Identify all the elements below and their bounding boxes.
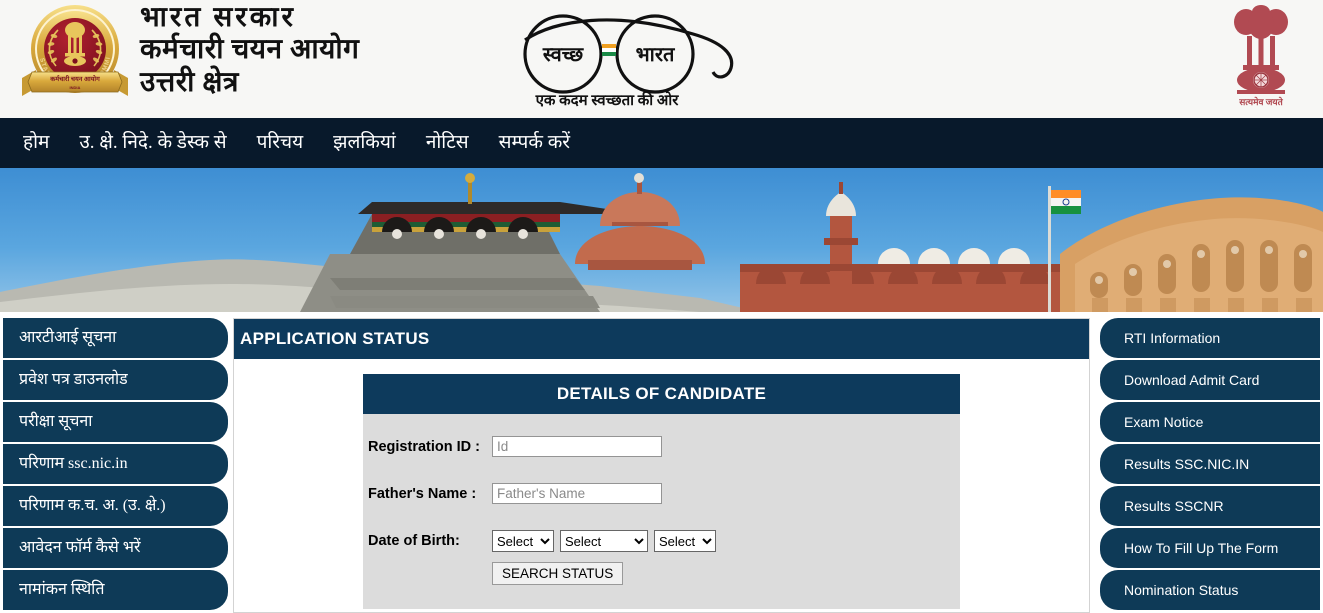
ssc-logo-icon[interactable]: STAFF SELECTION COMMISSION कर्मचारी चयन … bbox=[9, 0, 138, 106]
svg-text:कर्मचारी चयन आयोग: कर्मचारी चयन आयोग bbox=[49, 75, 100, 83]
sidebar-right-item-results-ssc-nic-in[interactable]: Results SSC.NIC.IN bbox=[1100, 444, 1323, 484]
application-status-panel: APPLICATION STATUS DETAILS OF CANDIDATE … bbox=[233, 318, 1090, 613]
nav-item-contact[interactable]: सम्पर्क करें bbox=[484, 118, 585, 168]
swachh-lens-left-text: स्वच्छ bbox=[542, 44, 585, 66]
nav-item-notice[interactable]: नोटिस bbox=[411, 118, 484, 168]
emblem-motto-text: सत्यमेव जयते bbox=[1238, 96, 1283, 107]
nav-item-glimpses[interactable]: झलकियां bbox=[318, 118, 411, 168]
nav-item-home[interactable]: होम bbox=[8, 118, 64, 168]
monuments-banner bbox=[0, 168, 1323, 316]
fathers-name-label: Father's Name : bbox=[368, 485, 477, 502]
sidebar-left-item-rti[interactable]: आरटीआई सूचना bbox=[0, 318, 228, 358]
nav-item-from-the-desk[interactable]: उ. क्षे. निदे. के डेस्क से bbox=[64, 118, 241, 168]
sidebar-right-item-how-to-fill-up-the-form[interactable]: How To Fill Up The Form bbox=[1100, 528, 1323, 568]
site-header: STAFF SELECTION COMMISSION कर्मचारी चयन … bbox=[0, 0, 1323, 118]
date-of-birth-label: Date of Birth: bbox=[368, 533, 460, 549]
candidate-details-title: DETAILS OF CANDIDATE bbox=[363, 374, 960, 414]
swachh-lens-right-text: भारत bbox=[636, 44, 676, 66]
sidebar-right-item-nomination-status[interactable]: Nomination Status bbox=[1100, 570, 1323, 610]
sidebar-right-item-rti-information[interactable]: RTI Information bbox=[1100, 318, 1323, 358]
search-status-button[interactable]: SEARCH STATUS bbox=[492, 562, 624, 585]
page-title: APPLICATION STATUS bbox=[234, 319, 1089, 359]
sidebar-right-item-download-admit-card[interactable]: Download Admit Card bbox=[1100, 360, 1323, 400]
dob-day-select[interactable]: Select bbox=[492, 530, 554, 552]
dob-month-select[interactable]: Select bbox=[560, 530, 648, 552]
sidebar-left-item-results-ssc-nic[interactable]: परिणाम ssc.nic.in bbox=[0, 444, 228, 484]
gov-title-line2: कर्मचारी चयन आयोग bbox=[140, 34, 360, 66]
swachh-bharat-logo-icon[interactable]: स्वच्छ भारत एक कदम स्वच्छता की ओर bbox=[495, 4, 775, 110]
nav-item-about[interactable]: परिचय bbox=[242, 118, 319, 168]
registration-id-label: Registration ID : bbox=[368, 438, 480, 455]
swachh-tagline-text: एक कदम स्वच्छता की ओर bbox=[535, 91, 680, 109]
sidebar-left-item-results-sscnr[interactable]: परिणाम क.च. अ. (उ. क्षे.) bbox=[0, 486, 228, 526]
candidate-details-box: DETAILS OF CANDIDATE Registration ID : F… bbox=[363, 374, 960, 609]
submit-row: SEARCH STATUS bbox=[363, 562, 960, 585]
fathers-name-row: Father's Name : bbox=[363, 483, 960, 504]
dob-year-select[interactable]: Select bbox=[654, 530, 716, 552]
svg-text:INDIA: INDIA bbox=[70, 85, 81, 90]
national-emblem-icon: सत्यमेव जयते bbox=[1229, 2, 1293, 108]
sidebar-left-item-how-to-fill-form[interactable]: आवेदन फॉर्म कैसे भरें bbox=[0, 528, 228, 568]
main-navigation: होम उ. क्षे. निदे. के डेस्क से परिचय झलक… bbox=[0, 118, 1323, 168]
registration-id-input[interactable] bbox=[492, 436, 662, 457]
page-content: आरटीआई सूचना प्रवेश पत्र डाउनलोड परीक्षा… bbox=[0, 316, 1323, 613]
left-sidebar: आरटीआई सूचना प्रवेश पत्र डाउनलोड परीक्षा… bbox=[0, 318, 228, 612]
date-of-birth-row: Date of Birth: Select Select Select bbox=[363, 530, 960, 552]
form-wrapper: DETAILS OF CANDIDATE Registration ID : F… bbox=[234, 359, 1089, 609]
gov-title-line3: उत्तरी क्षेत्र bbox=[140, 66, 239, 98]
registration-id-row: Registration ID : bbox=[363, 436, 960, 457]
sidebar-right-item-exam-notice[interactable]: Exam Notice bbox=[1100, 402, 1323, 442]
right-sidebar: RTI Information Download Admit Card Exam… bbox=[1100, 318, 1323, 612]
banner-illustration bbox=[0, 173, 1323, 312]
sidebar-left-item-exam-notice[interactable]: परीक्षा सूचना bbox=[0, 402, 228, 442]
fathers-name-input[interactable] bbox=[492, 483, 662, 504]
sidebar-left-item-admit-card[interactable]: प्रवेश पत्र डाउनलोड bbox=[0, 360, 228, 400]
gov-title-line1: भारत सरकार bbox=[140, 2, 296, 33]
organisation-title: भारत सरकार कर्मचारी चयन आयोग उत्तरी क्षे… bbox=[140, 2, 359, 99]
sidebar-right-item-results-sscnr[interactable]: Results SSCNR bbox=[1100, 486, 1323, 526]
sidebar-left-item-nomination-status[interactable]: नामांकन स्थिति bbox=[0, 570, 228, 610]
candidate-details-body: Registration ID : Father's Name : Date o… bbox=[363, 414, 960, 609]
